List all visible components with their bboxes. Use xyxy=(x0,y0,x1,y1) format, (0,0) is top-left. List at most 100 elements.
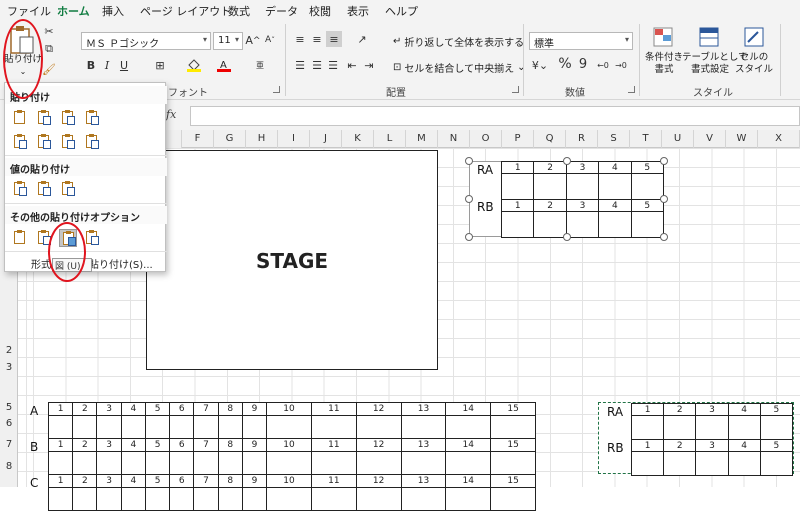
increase-indent-icon[interactable]: ⇥ xyxy=(362,58,376,72)
seat-empty-cell[interactable] xyxy=(96,415,122,439)
seat-number-cell[interactable]: 1 xyxy=(47,474,74,488)
paste-linked-picture-icon[interactable] xyxy=(83,229,101,247)
resize-handle[interactable] xyxy=(660,157,668,165)
seat-number-cell[interactable]: 10 xyxy=(266,474,312,488)
seat-empty-cell[interactable] xyxy=(500,211,535,238)
seat-empty-cell[interactable] xyxy=(241,451,268,475)
tab-file[interactable]: ファイル xyxy=(7,3,51,19)
seat-number-cell[interactable]: 2 xyxy=(72,474,98,488)
seat-empty-cell[interactable] xyxy=(355,487,402,511)
paste-icon[interactable] xyxy=(11,109,29,127)
seat-number-cell[interactable]: 5 xyxy=(759,403,794,416)
font-color-icon[interactable]: A xyxy=(216,58,232,72)
seat-empty-cell[interactable] xyxy=(663,415,697,440)
seat-number-cell[interactable]: 13 xyxy=(400,474,447,488)
seat-empty-cell[interactable] xyxy=(500,173,535,200)
font-size-select[interactable]: 11 ▾ xyxy=(213,32,243,50)
seat-empty-cell[interactable] xyxy=(490,415,536,439)
stage-shape[interactable]: STAGE xyxy=(146,150,438,370)
keep-column-widths-icon[interactable] xyxy=(35,133,53,151)
seat-number-cell[interactable]: 8 xyxy=(217,438,243,452)
seat-empty-cell[interactable] xyxy=(310,487,357,511)
alignment-launcher-icon[interactable] xyxy=(512,86,519,93)
seat-number-cell[interactable]: 6 xyxy=(169,474,195,488)
seat-empty-cell[interactable] xyxy=(310,451,357,475)
seat-empty-cell[interactable] xyxy=(120,487,146,511)
seat-number-cell[interactable]: 5 xyxy=(144,402,171,416)
seat-number-cell[interactable]: 14 xyxy=(445,438,492,452)
seat-empty-cell[interactable] xyxy=(72,451,98,475)
seat-empty-cell[interactable] xyxy=(266,415,312,439)
seat-number-cell[interactable]: 5 xyxy=(144,474,171,488)
column-header[interactable]: F xyxy=(182,130,214,148)
seat-number-cell[interactable]: 1 xyxy=(630,403,665,416)
seat-empty-cell[interactable] xyxy=(169,487,195,511)
bold-button[interactable]: B xyxy=(84,58,98,72)
cell-styles-icon[interactable] xyxy=(743,26,765,48)
seat-number-cell[interactable]: 7 xyxy=(193,474,219,488)
column-header[interactable]: G xyxy=(214,130,246,148)
seat-empty-cell[interactable] xyxy=(445,451,492,475)
tab-review[interactable]: 校閲 xyxy=(309,3,331,19)
seat-empty-cell[interactable] xyxy=(266,487,312,511)
seat-empty-cell[interactable] xyxy=(598,173,632,200)
resize-handle[interactable] xyxy=(563,233,571,241)
paste-values-icon[interactable] xyxy=(11,180,29,198)
seat-number-cell[interactable]: 1 xyxy=(47,438,74,452)
cut-icon[interactable]: ✂ xyxy=(42,24,56,38)
seat-empty-cell[interactable] xyxy=(241,415,268,439)
seat-empty-cell[interactable] xyxy=(193,487,219,511)
seat-empty-cell[interactable] xyxy=(445,415,492,439)
column-header[interactable]: X xyxy=(758,130,800,148)
row-header[interactable]: 7 xyxy=(0,439,18,450)
seat-empty-cell[interactable] xyxy=(47,451,74,475)
resize-handle[interactable] xyxy=(563,157,571,165)
tab-home[interactable]: ホーム xyxy=(57,3,90,23)
italic-button[interactable]: I xyxy=(100,58,114,72)
seat-number-cell[interactable]: 2 xyxy=(663,403,697,416)
align-top-icon[interactable]: ≡ xyxy=(293,32,307,46)
seat-empty-cell[interactable] xyxy=(355,451,402,475)
row-header[interactable]: 5 xyxy=(0,402,18,413)
seat-number-cell[interactable]: 2 xyxy=(663,439,697,452)
column-header[interactable]: W xyxy=(726,130,758,148)
seat-number-cell[interactable]: 14 xyxy=(445,474,492,488)
resize-handle[interactable] xyxy=(660,195,668,203)
seat-empty-cell[interactable] xyxy=(663,451,697,476)
seat-number-cell[interactable]: 10 xyxy=(266,402,312,416)
copy-icon[interactable]: ⧉ xyxy=(42,42,56,56)
seat-empty-cell[interactable] xyxy=(193,451,219,475)
seat-empty-cell[interactable] xyxy=(217,487,243,511)
tab-page-layout[interactable]: ページ レイアウト xyxy=(140,3,231,19)
resize-handle[interactable] xyxy=(465,195,473,203)
seat-number-cell[interactable]: 4 xyxy=(120,474,146,488)
tab-help[interactable]: ヘルプ xyxy=(385,3,418,19)
decrease-decimal-icon[interactable]: →0 xyxy=(614,58,628,72)
copied-range[interactable]: RA RB 1234512345 xyxy=(598,402,794,476)
increase-decimal-icon[interactable]: ←0 xyxy=(596,58,610,72)
seat-empty-cell[interactable] xyxy=(490,451,536,475)
comma-button[interactable]: 9 xyxy=(576,56,590,72)
row-header[interactable]: 6 xyxy=(0,418,18,429)
column-header[interactable]: V xyxy=(694,130,726,148)
column-header[interactable]: K xyxy=(342,130,374,148)
paste-formatting-icon[interactable] xyxy=(11,229,29,247)
seat-number-cell[interactable]: 4 xyxy=(598,161,632,174)
shrink-font-button[interactable]: Aˇ xyxy=(262,32,278,48)
seat-empty-cell[interactable] xyxy=(630,173,665,200)
seat-number-cell[interactable]: 6 xyxy=(169,402,195,416)
seat-empty-cell[interactable] xyxy=(217,451,243,475)
resize-handle[interactable] xyxy=(465,233,473,241)
seat-empty-cell[interactable] xyxy=(759,451,794,476)
column-header[interactable]: M xyxy=(406,130,438,148)
seat-number-cell[interactable]: 2 xyxy=(533,199,567,212)
seat-table-main[interactable]: 1 2 3 4 5 6 7 8 9 10 11 12 13 14 15 1 2 3 4 5 6 7 8 9 10 11 12 13 14… xyxy=(47,402,536,511)
column-header[interactable]: Q xyxy=(534,130,566,148)
seat-empty-cell[interactable] xyxy=(266,451,312,475)
seat-number-cell[interactable]: 5 xyxy=(630,199,665,212)
seat-empty-cell[interactable] xyxy=(630,451,665,476)
seat-number-cell[interactable]: 3 xyxy=(96,474,122,488)
seat-number-cell[interactable]: 4 xyxy=(598,199,632,212)
seat-number-cell[interactable]: 12 xyxy=(355,402,402,416)
paste-formulas-icon[interactable] xyxy=(35,109,53,127)
